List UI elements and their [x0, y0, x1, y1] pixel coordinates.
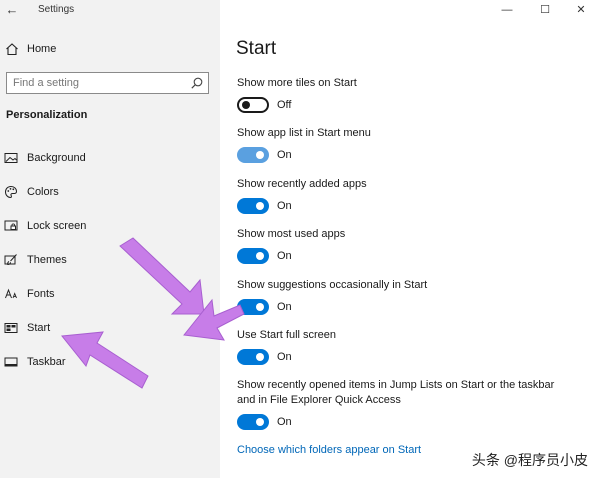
back-button[interactable]: ← — [4, 2, 20, 18]
page-title: Start — [236, 38, 277, 59]
taskbar-icon — [4, 357, 18, 367]
toggle-knob — [256, 252, 264, 260]
sidebar-item-start[interactable]: Start — [0, 315, 220, 341]
close-button[interactable]: ✕ — [574, 3, 588, 17]
sidebar-item-lock-screen[interactable]: Lock screen — [0, 213, 220, 239]
toggle-knob — [256, 303, 264, 311]
setting-recently-added: Show recently added apps On — [237, 177, 587, 218]
setting-label: Show more tiles on Start — [237, 77, 357, 89]
sidebar-item-home[interactable]: Home — [0, 38, 220, 62]
font-icon — [5, 288, 17, 299]
sidebar-item-taskbar[interactable]: Taskbar — [0, 349, 220, 375]
start-icon — [4, 323, 18, 333]
image-icon — [4, 153, 18, 163]
settings-content: — ☐ ✕ Start Show more tiles on Start Off… — [220, 0, 600, 478]
setting-label: Show recently opened items in Jump Lists… — [237, 379, 555, 406]
home-icon — [6, 43, 18, 56]
window-controls: — ☐ ✕ — [490, 0, 600, 20]
sidebar-item-label: Fonts — [27, 288, 55, 300]
brush-icon — [4, 254, 17, 266]
search-box[interactable] — [6, 72, 209, 94]
toggle-switch[interactable] — [237, 248, 269, 264]
setting-most-used: Show most used apps On — [237, 227, 587, 268]
toggle-knob — [242, 101, 250, 109]
toggle-switch[interactable] — [237, 97, 269, 113]
toggle-switch[interactable] — [237, 198, 269, 214]
toggle-switch[interactable] — [237, 299, 269, 315]
watermark: 头条 @程序员小皮 — [471, 452, 588, 468]
toggle-switch[interactable] — [237, 414, 269, 430]
app-title: Settings — [38, 4, 75, 15]
choose-folders-link[interactable]: Choose which folders appear on Start — [237, 444, 421, 456]
toggle-knob — [256, 353, 264, 361]
setting-label: Show most used apps — [237, 228, 346, 240]
search-icon[interactable] — [190, 76, 204, 90]
sidebar-item-label: Taskbar — [27, 356, 66, 368]
sidebar-item-themes[interactable]: Themes — [0, 247, 220, 273]
toggle-state: On — [277, 301, 292, 313]
maximize-button[interactable]: ☐ — [538, 3, 552, 17]
setting-app-list: Show app list in Start menu On — [237, 126, 587, 167]
title-bar: ← Settings — [0, 0, 220, 20]
setting-label: Show suggestions occasionally in Start — [237, 279, 428, 291]
toggle-state: On — [277, 351, 292, 363]
sidebar-item-fonts[interactable]: Fonts — [0, 281, 220, 307]
toggle-state: On — [277, 149, 292, 161]
toggle-knob — [256, 151, 264, 159]
sidebar-item-label: Background — [27, 152, 86, 164]
toggle-state: On — [277, 416, 292, 428]
setting-more-tiles: Show more tiles on Start Off — [237, 76, 587, 117]
toggle-knob — [256, 202, 264, 210]
toggle-switch[interactable] — [237, 349, 269, 365]
sidebar-item-background[interactable]: Background — [0, 145, 220, 171]
sidebar-item-colors[interactable]: Colors — [0, 179, 220, 205]
toggle-knob — [256, 418, 264, 426]
sidebar: ← Settings Home Personalization Backgrou… — [0, 0, 220, 478]
sidebar-item-label: Lock screen — [27, 220, 87, 232]
setting-label: Show recently added apps — [237, 178, 367, 190]
palette-icon — [4, 185, 18, 199]
sidebar-item-label: Colors — [27, 186, 59, 198]
sidebar-item-label: Home — [27, 43, 57, 55]
toggle-switch[interactable] — [237, 147, 269, 163]
toggle-state: On — [277, 250, 292, 262]
search-input[interactable] — [13, 76, 183, 90]
minimize-button[interactable]: — — [500, 3, 514, 17]
setting-suggestions: Show suggestions occasionally in Start O… — [237, 278, 587, 319]
toggle-state: Off — [277, 99, 292, 111]
setting-label: Show app list in Start menu — [237, 127, 371, 139]
sidebar-item-label: Themes — [27, 254, 67, 266]
setting-full-screen: Use Start full screen On — [237, 328, 587, 369]
lock-screen-icon — [4, 220, 18, 231]
setting-label: Use Start full screen — [237, 329, 337, 341]
sidebar-item-label: Start — [27, 322, 51, 334]
setting-jump-lists: Show recently opened items in Jump Lists… — [237, 378, 557, 434]
toggle-state: On — [277, 200, 292, 212]
section-title: Personalization — [6, 109, 88, 121]
